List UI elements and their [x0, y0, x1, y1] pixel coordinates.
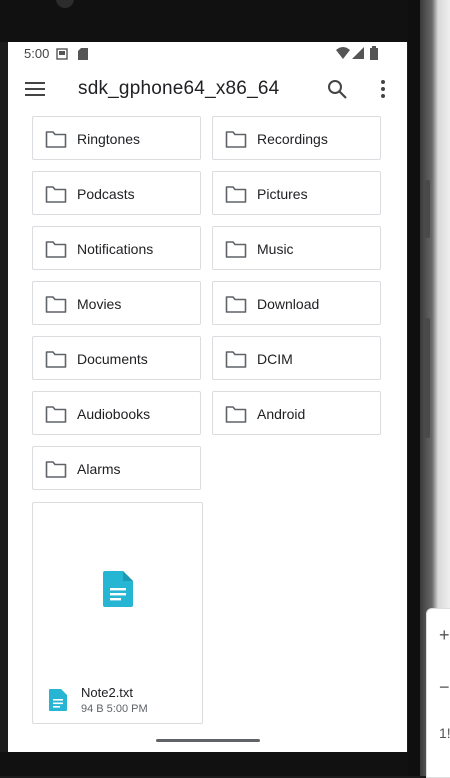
folder-item[interactable]: Pictures	[212, 171, 381, 215]
search-icon[interactable]	[326, 78, 348, 100]
folder-item[interactable]: DCIM	[212, 336, 381, 380]
file-card[interactable]: Note2.txt 94 B 5:00 PM	[32, 502, 203, 724]
folder-icon	[45, 186, 67, 203]
folder-icon	[225, 186, 247, 203]
folder-icon	[45, 351, 67, 368]
folder-item[interactable]: Music	[212, 226, 381, 270]
folder-icon	[225, 241, 247, 258]
phone-screen: 5:00 sdk_gphone64_x86_64 Ringtones Recor…	[8, 42, 407, 752]
folder-icon	[45, 131, 67, 148]
text-file-icon	[49, 689, 67, 711]
folder-label: Audiobooks	[77, 406, 151, 422]
folder-item[interactable]: Alarms	[32, 446, 201, 490]
folder-icon	[45, 296, 67, 313]
device-top-bezel	[0, 0, 408, 42]
signal-icon	[352, 47, 364, 59]
battery-icon	[370, 46, 378, 60]
folder-label: Documents	[77, 351, 148, 367]
folder-label: Ringtones	[77, 131, 141, 147]
folder-label: Music	[257, 241, 294, 257]
folder-label: Download	[257, 296, 320, 312]
folder-icon	[45, 406, 67, 423]
file-meta: 94 B 5:00 PM	[81, 703, 148, 715]
menu-icon[interactable]	[24, 78, 46, 100]
app-bar: sdk_gphone64_x86_64	[8, 66, 407, 112]
home-indicator[interactable]	[156, 739, 260, 742]
folder-item[interactable]: Podcasts	[32, 171, 201, 215]
folder-item[interactable]: Audiobooks	[32, 391, 201, 435]
folder-item[interactable]: Recordings	[212, 116, 381, 160]
folder-label: Movies	[77, 296, 122, 312]
folder-label: Alarms	[77, 461, 121, 477]
folder-item[interactable]: Android	[212, 391, 381, 435]
folder-item[interactable]: Documents	[32, 336, 201, 380]
screenshot-icon	[56, 48, 68, 60]
power-button	[424, 318, 430, 438]
sd-card-icon	[78, 48, 88, 60]
device-bottom-bezel	[0, 752, 408, 776]
folder-item[interactable]: Notifications	[32, 226, 201, 270]
folder-icon	[45, 241, 67, 258]
folder-icon	[225, 406, 247, 423]
folder-item[interactable]: Movies	[32, 281, 201, 325]
file-name: Note2.txt	[81, 685, 134, 700]
folder-label: Pictures	[257, 186, 308, 202]
folder-label: DCIM	[257, 351, 293, 367]
folder-label: Podcasts	[77, 186, 135, 202]
folder-item[interactable]: Download	[212, 281, 381, 325]
folder-label: Android	[257, 406, 306, 422]
folder-label: Notifications	[77, 241, 154, 257]
folder-icon	[225, 131, 247, 148]
more-options-icon[interactable]	[372, 78, 394, 100]
document-icon	[103, 571, 133, 607]
folder-icon	[225, 296, 247, 313]
folder-label: Recordings	[257, 131, 328, 147]
wifi-icon	[336, 47, 350, 59]
camera-icon	[56, 0, 74, 8]
folder-icon	[45, 461, 67, 478]
partial-background-card: + − 1!	[426, 608, 450, 778]
volume-button	[424, 180, 430, 238]
status-time: 5:00	[24, 46, 50, 61]
page-title: sdk_gphone64_x86_64	[78, 78, 280, 99]
status-bar: 5:00	[8, 42, 407, 66]
folder-item[interactable]: Ringtones	[32, 116, 201, 160]
folder-icon	[225, 351, 247, 368]
